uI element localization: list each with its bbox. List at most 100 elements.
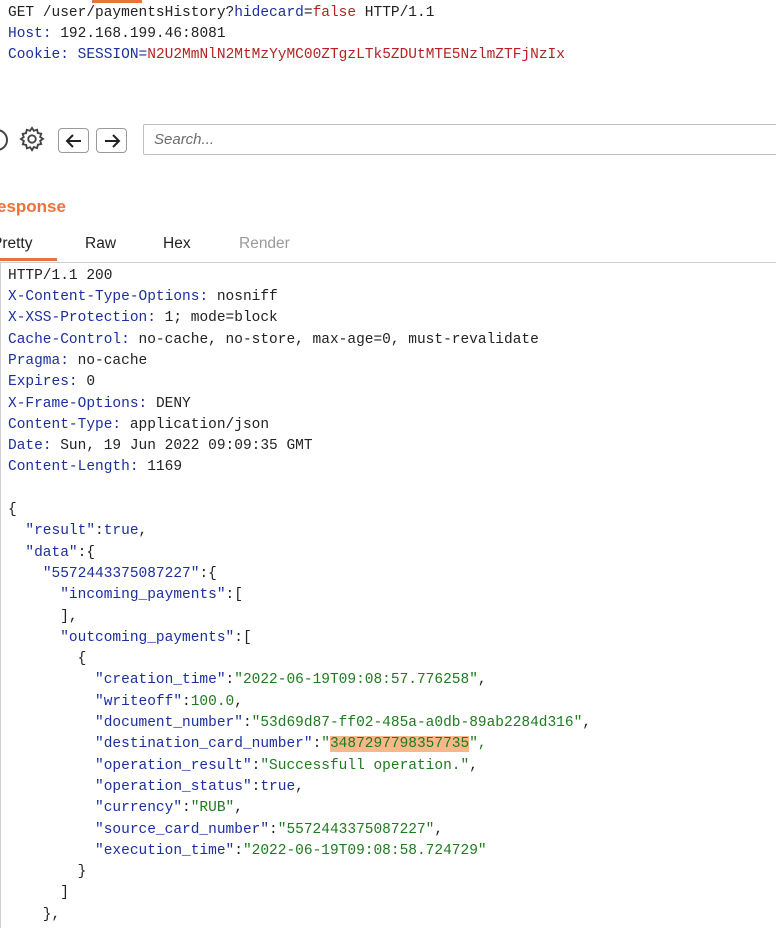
- json-line: }: [8, 864, 87, 881]
- back-button[interactable]: [58, 128, 89, 153]
- header-line: Cache-Control: no-cache, no-store, max-a…: [8, 331, 539, 348]
- json-key: "outcoming_payments": [60, 629, 235, 646]
- arrow-right-icon: [104, 133, 120, 148]
- header-key: X-Frame-Options: [8, 395, 139, 412]
- json-value: "Successfull operation.": [260, 757, 470, 774]
- json-card-line: "5572443375087227":{: [42, 565, 217, 582]
- json-field-line: "creation_time":"2022-06-19T09:08:57.776…: [95, 672, 487, 689]
- header-key: Expires: [8, 374, 69, 391]
- json-key: "creation_time": [95, 672, 226, 689]
- header-key: Content-Length: [8, 459, 130, 476]
- json-line: ],: [8, 608, 78, 625]
- json-field-line: "currency":"RUB",: [95, 800, 243, 817]
- json-key: "5572443375087227": [42, 565, 200, 582]
- tab-pretty[interactable]: Pretty: [0, 235, 32, 253]
- json-field-line: "writeoff":100.0,: [95, 693, 243, 710]
- response-tabs: Pretty Raw Hex Render: [0, 228, 776, 262]
- json-outcoming-line: "outcoming_payments":[: [60, 629, 252, 646]
- json-value: "2022-06-19T09:08:58.724729": [242, 842, 487, 859]
- json-field-line: "document_number":"53d69d87-ff02-485a-a0…: [95, 715, 592, 731]
- json-sep: ,: [234, 800, 243, 817]
- tab-render[interactable]: Render: [239, 235, 290, 253]
- json-sep: ,: [295, 778, 304, 795]
- json-field-line: "operation_status":true,: [95, 778, 304, 795]
- json-sep: ,: [582, 715, 592, 731]
- response-title: esponse: [0, 197, 66, 216]
- active-tab-indicator: [0, 258, 57, 261]
- request-param-key: hidecard: [234, 5, 304, 21]
- header-key: X-XSS-Protection: [8, 310, 148, 327]
- request-line: GET /user/paymentsHistory?hidecard=false…: [8, 3, 434, 24]
- request-host-line: Host: 192.168.199.46:8081: [8, 26, 226, 42]
- json-open-brace: {: [8, 502, 17, 518]
- header-value: no-cache, no-store, max-age=0, must-reva…: [138, 331, 539, 348]
- header-line: Expires: 0: [8, 374, 96, 391]
- host-key: Host: [8, 26, 43, 42]
- header-line: Content-Type: application/json: [8, 416, 270, 433]
- json-value: true: [260, 778, 296, 795]
- request-path: /user/paymentsHistory?: [42, 5, 235, 21]
- highlighted-card-number: 3487297798357735: [329, 736, 470, 753]
- json-result-line: "result":true,: [25, 523, 148, 540]
- header-value: no-cache: [77, 352, 148, 369]
- json-sep: ,: [234, 693, 243, 710]
- response-body[interactable]: HTTP/1.1 200 X-Content-Type-Options: nos…: [0, 262, 776, 928]
- json-value: "RUB": [190, 800, 235, 817]
- header-line: Content-Length: 1169: [8, 459, 183, 476]
- request-method: GET: [8, 5, 35, 21]
- json-key: "execution_time": [95, 842, 235, 859]
- json-sep: ,: [469, 757, 478, 774]
- json-field-line: "execution_time":"2022-06-19T09:08:58.72…: [95, 842, 487, 859]
- request-param-value: false: [312, 5, 357, 21]
- json-value: "2022-06-19T09:08:57.776258": [234, 672, 478, 689]
- json-field-line: "operation_result":"Successfull operatio…: [95, 757, 478, 774]
- tab-hex[interactable]: Hex: [163, 235, 191, 253]
- header-line: X-Content-Type-Options: nosniff: [8, 289, 278, 305]
- header-line: X-Frame-Options: DENY: [8, 395, 191, 412]
- host-value: 192.168.199.46:8081: [60, 26, 226, 42]
- status-line: HTTP/1.1 200: [8, 268, 113, 284]
- json-key: "data": [25, 544, 78, 561]
- json-line: ]: [8, 885, 69, 902]
- cookie-name: SESSION: [77, 47, 139, 63]
- forward-button[interactable]: [96, 128, 127, 153]
- json-sep: ,: [434, 821, 444, 838]
- json-value: "53d69d87-ff02-485a-a0db-89ab2284d316": [251, 715, 583, 731]
- header-value: 1; mode=block: [164, 310, 278, 327]
- header-key: X-Content-Type-Options: [8, 289, 200, 305]
- json-value: "5572443375087227": [277, 821, 435, 838]
- json-field-line: "destination_card_number":"3487297798357…: [95, 736, 487, 753]
- json-key: "incoming_payments": [60, 587, 226, 604]
- gear-icon[interactable]: [18, 125, 46, 153]
- json-field-line: "source_card_number":"5572443375087227",: [95, 821, 444, 838]
- header-line: Pragma: no-cache: [8, 352, 148, 369]
- json-key: "source_card_number": [95, 821, 270, 838]
- json-key: "document_number": [95, 715, 243, 731]
- header-value: nosniff: [216, 289, 278, 305]
- json-key: "operation_status": [95, 778, 252, 795]
- arrow-left-icon: [65, 133, 81, 148]
- header-line: X-XSS-Protection: 1; mode=block: [8, 310, 278, 327]
- header-key: Content-Type: [8, 416, 113, 433]
- json-key: "destination_card_number": [95, 736, 313, 753]
- json-value: 100.0: [190, 693, 235, 710]
- json-data-line: "data":{: [25, 544, 96, 561]
- request-protocol: HTTP/1.1: [364, 5, 435, 21]
- json-line: {: [8, 651, 87, 668]
- header-line: Date: Sun, 19 Jun 2022 09:09:35 GMT: [8, 438, 313, 455]
- header-value: 0: [86, 374, 96, 391]
- header-value: application/json: [129, 416, 270, 433]
- search-input[interactable]: [143, 124, 776, 155]
- cookie-key: Cookie: [8, 47, 61, 63]
- help-icon[interactable]: [0, 129, 8, 151]
- header-value: 1169: [147, 459, 183, 476]
- json-sep: ,: [477, 672, 487, 689]
- json-key: "currency": [95, 800, 183, 817]
- header-key: Date: [8, 438, 43, 455]
- request-cookie-line: Cookie: SESSION=N2U2MmNlN2MtMzYyMC00ZTgz…: [8, 47, 565, 63]
- request-editor[interactable]: GET /user/paymentsHistory?hidecard=false…: [0, 0, 776, 119]
- tab-raw[interactable]: Raw: [85, 235, 116, 253]
- header-value: DENY: [155, 395, 191, 412]
- request-param-eq: =: [303, 5, 313, 21]
- json-key: "operation_result": [95, 757, 252, 774]
